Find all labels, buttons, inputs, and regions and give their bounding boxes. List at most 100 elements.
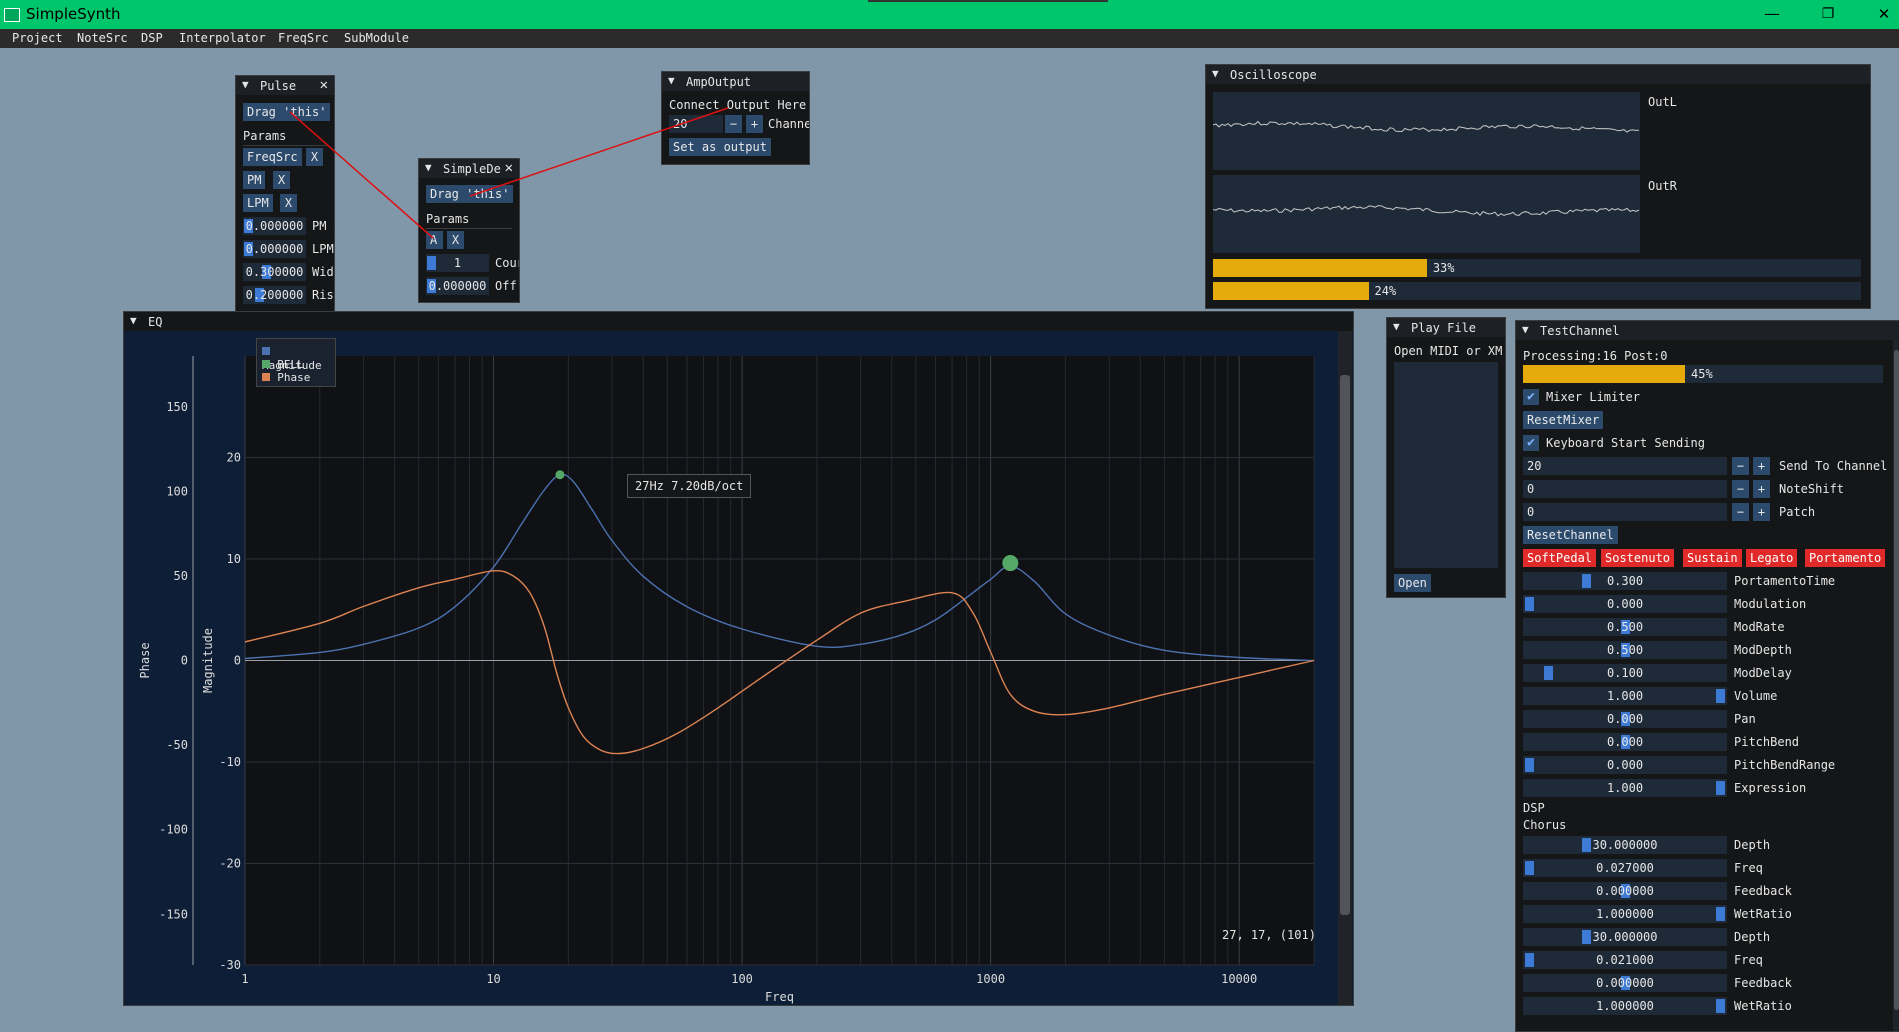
collapse-arrow-icon[interactable]: ▼ <box>1522 323 1529 336</box>
chorus-slider-depth[interactable]: 30.000000 <box>1523 836 1727 854</box>
channel-slider-pitchbendrange[interactable]: 0.000 <box>1523 756 1727 774</box>
y-tick-label: -10 <box>219 755 241 769</box>
x-tick-label: 10 <box>486 972 500 986</box>
channel-slider-modrate[interactable]: 0.500 <box>1523 618 1727 636</box>
mixer-limiter-checkbox[interactable]: ✔ <box>1523 389 1539 405</box>
reset-channel-button[interactable]: ResetChannel <box>1523 526 1618 544</box>
send-to-channel-input[interactable]: 20 <box>1523 457 1727 475</box>
eq-legend: Magnitude BELL Phase <box>256 338 336 387</box>
slider-value: 30.000000 <box>1592 838 1658 852</box>
legend-item-bell[interactable]: BELL <box>262 357 304 371</box>
noteshift-increment[interactable]: + <box>1753 480 1770 498</box>
chorus-slider-wetratio[interactable]: 1.000000 <box>1523 997 1727 1015</box>
y2-axis-label: Phase <box>138 642 152 678</box>
y-tick-label: 20 <box>227 451 241 465</box>
channel-slider-modulation[interactable]: 0.000 <box>1523 595 1727 613</box>
slider-value: 0.027000 <box>1596 861 1654 875</box>
playfile-window: ▼ Play File Open MIDI or XM Open <box>1386 317 1506 598</box>
collapse-arrow-icon[interactable]: ▼ <box>130 314 137 327</box>
y2-tick-label: 150 <box>166 400 188 414</box>
y-tick-label: 10 <box>227 552 241 566</box>
processing-progress-bar: 45% <box>1523 365 1883 383</box>
eq-scrollbar[interactable] <box>1338 331 1352 1005</box>
open-file-button[interactable]: Open <box>1394 574 1431 592</box>
slider-value: 0.000 <box>1606 758 1644 772</box>
eq-plot[interactable]: 1 10 100 1000 1000020100-10-20-30150100500-5… <box>124 331 1336 1005</box>
oscilloscope-window: ▼ Oscilloscope OutL OutR 33% 24% <box>1205 64 1871 309</box>
softpedal-button[interactable]: SoftPedal <box>1523 549 1597 567</box>
patch-label: Patch <box>1779 505 1816 519</box>
send-to-channel-increment[interactable]: + <box>1753 457 1770 475</box>
legend-item-phase[interactable]: Phase <box>262 370 310 384</box>
collapse-arrow-icon[interactable]: ▼ <box>1393 320 1400 333</box>
chorus-slider-freq[interactable]: 0.021000 <box>1523 951 1727 969</box>
chorus-label-depth: Depth <box>1734 838 1771 852</box>
channel-label-modrate: ModRate <box>1734 620 1785 634</box>
slider-value: 1.000000 <box>1596 999 1654 1013</box>
noteshift-input[interactable]: 0 <box>1523 480 1727 498</box>
playfile-window-header[interactable]: ▼ Play File <box>1387 318 1505 337</box>
channel-label-moddelay: ModDelay <box>1734 666 1792 680</box>
bell-handle-point[interactable] <box>555 470 565 480</box>
sostenuto-button[interactable]: Sostenuto <box>1601 549 1675 567</box>
slider-value: 0.300 <box>1606 574 1644 588</box>
oscilloscope-window-title: Oscilloscope <box>1230 68 1317 82</box>
bell-handle-point[interactable] <box>1002 555 1019 572</box>
output-left-level-bar: 33% <box>1213 259 1861 277</box>
x-tick-label: 10000 <box>1221 972 1257 986</box>
keyboard-start-checkbox[interactable]: ✔ <box>1523 435 1539 451</box>
legato-button[interactable]: Legato <box>1746 549 1798 567</box>
chorus-slider-depth[interactable]: 30.000000 <box>1523 928 1727 946</box>
slider-value: 0.000000 <box>1596 884 1654 898</box>
wire-pulse-to-delay <box>289 111 434 239</box>
y2-tick-label: 50 <box>174 569 188 583</box>
testchannel-scrollbar[interactable] <box>1893 340 1899 1031</box>
wire-delay-to-amp <box>469 107 729 197</box>
channel-label-pan: Pan <box>1734 712 1756 726</box>
y-tick-label: -30 <box>219 958 241 972</box>
channel-slider-expression[interactable]: 1.000 <box>1523 779 1727 797</box>
slider-value: 30.000000 <box>1592 930 1658 944</box>
channel-slider-pitchbend[interactable]: 0.000 <box>1523 733 1727 751</box>
eq-window-header[interactable]: ▼ EQ <box>124 312 1353 331</box>
slider-value: 1.000 <box>1606 781 1644 795</box>
eq-scrollbar-thumb[interactable] <box>1340 375 1350 915</box>
x-axis-label: Freq <box>765 990 794 1004</box>
channel-slider-pan[interactable]: 0.000 <box>1523 710 1727 728</box>
file-list-box[interactable] <box>1394 362 1498 568</box>
slider-value: 0.000 <box>1606 735 1644 749</box>
processing-status: Processing:16 Post:0 <box>1523 349 1668 363</box>
patch-decrement[interactable]: − <box>1732 503 1749 521</box>
sustain-button[interactable]: Sustain <box>1683 549 1742 567</box>
channel-slider-volume[interactable]: 1.000 <box>1523 687 1727 705</box>
patch-input[interactable]: 0 <box>1523 503 1727 521</box>
keyboard-start-label: Keyboard Start Sending <box>1546 436 1705 450</box>
slider-value: 1.000 <box>1606 689 1644 703</box>
chorus-slider-wetratio[interactable]: 1.000000 <box>1523 905 1727 923</box>
patch-increment[interactable]: + <box>1753 503 1770 521</box>
reset-mixer-button[interactable]: ResetMixer <box>1523 411 1604 429</box>
send-to-channel-decrement[interactable]: − <box>1732 457 1749 475</box>
testchannel-window: ▼ TestChannel Processing:16 Post:0 45% ✔… <box>1515 320 1899 1032</box>
channel-slider-portamentotime[interactable]: 0.300 <box>1523 572 1727 590</box>
testchannel-window-header[interactable]: ▼ TestChannel <box>1516 321 1899 340</box>
eq-window: ▼ EQ 1 10 100 1000 10000 20 10 0 -10 -20 -30 150 100… <box>123 311 1354 1006</box>
slider-value: 0.021000 <box>1596 953 1654 967</box>
playfile-window-title: Play File <box>1411 321 1477 335</box>
chorus-slider-feedback[interactable]: 0.000000 <box>1523 974 1727 992</box>
noteshift-decrement[interactable]: − <box>1732 480 1749 498</box>
channel-slider-moddelay[interactable]: 0.100 <box>1523 664 1727 682</box>
channel-slider-moddepth[interactable]: 0.500 <box>1523 641 1727 659</box>
eq-tooltip: 27Hz 7.20dB/oct <box>627 474 752 498</box>
chorus-slider-feedback[interactable]: 0.000000 <box>1523 882 1727 900</box>
testchannel-scrollbar-thumb[interactable] <box>1894 350 1899 1010</box>
portamento-button[interactable]: Portamento <box>1805 549 1886 567</box>
oscilloscope-window-header[interactable]: ▼ Oscilloscope <box>1206 65 1870 84</box>
chorus-label-wetratio: WetRatio <box>1734 907 1792 921</box>
channel-label-pitchbendrange: PitchBendRange <box>1734 758 1836 772</box>
collapse-arrow-icon[interactable]: ▼ <box>1212 67 1219 80</box>
chorus-slider-freq[interactable]: 0.027000 <box>1523 859 1727 877</box>
y-axis-label: Magnitude <box>201 628 215 693</box>
chorus-label-depth: Depth <box>1734 930 1771 944</box>
eq-cursor-readout: 27, 17, (101) <box>1222 928 1316 942</box>
